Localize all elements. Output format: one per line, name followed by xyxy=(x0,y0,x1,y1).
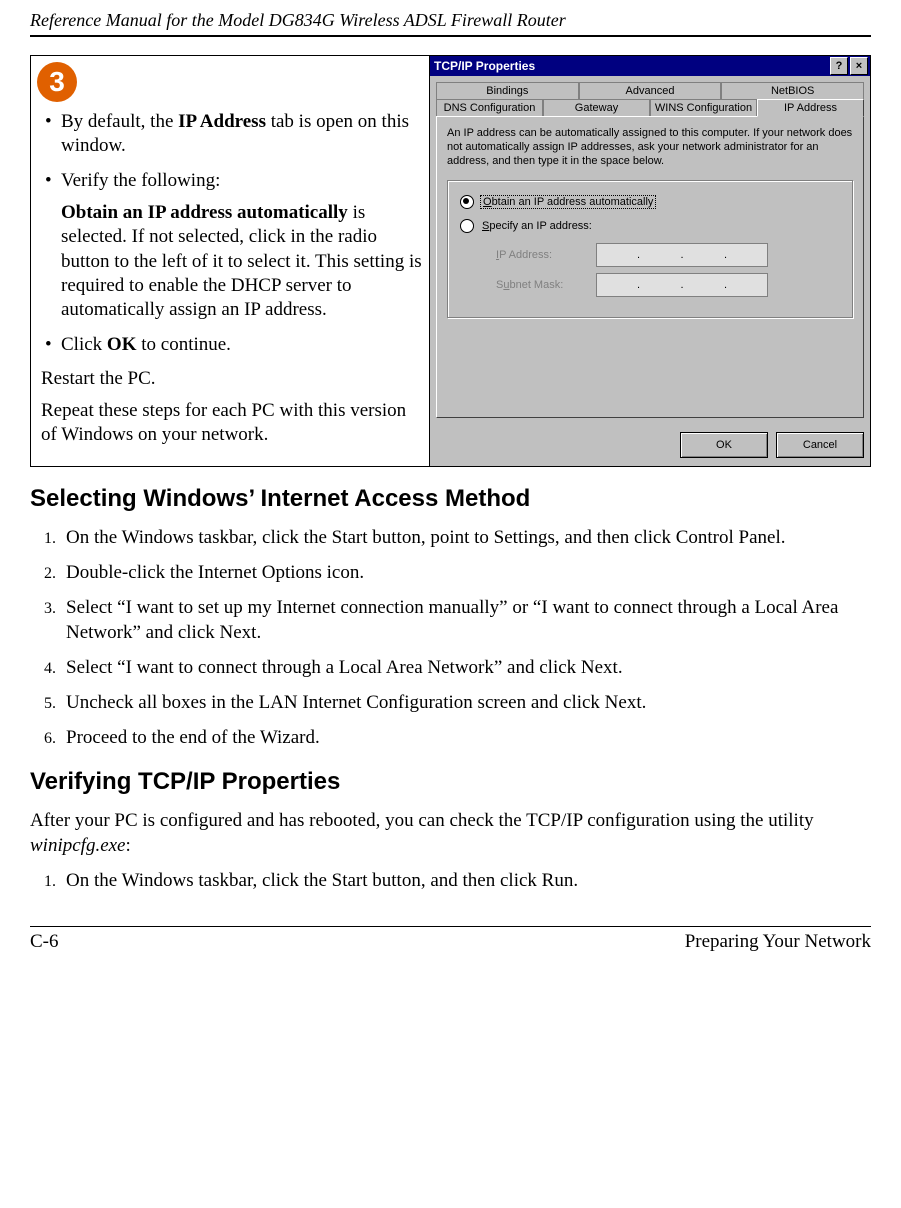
ip-groupbox: Obtain an IP address automatically Speci… xyxy=(447,180,853,318)
help-button[interactable]: ? xyxy=(830,57,848,75)
tab-panel-ip: An IP address can be automatically assig… xyxy=(436,116,864,418)
list-verifying: On the Windows taskbar, click the Start … xyxy=(30,868,871,893)
heading-selecting: Selecting Windows’ Internet Access Metho… xyxy=(30,485,871,513)
step-restart: Restart the PC. xyxy=(41,367,423,391)
tcpip-dialog: TCP/IP Properties ? × Bindings Advanced … xyxy=(429,56,870,466)
ok-button[interactable]: OK xyxy=(680,432,768,458)
radio-icon xyxy=(460,219,474,233)
dialog-body: Bindings Advanced NetBIOS DNS Configurat… xyxy=(430,76,870,424)
list-item: On the Windows taskbar, click the Start … xyxy=(60,525,871,550)
step-bullet-1: By default, the IP Address tab is open o… xyxy=(45,110,423,159)
tab-dns[interactable]: DNS Configuration xyxy=(436,99,543,117)
list-item: Double-click the Internet Options icon. xyxy=(60,560,871,585)
tab-gateway[interactable]: Gateway xyxy=(543,99,650,117)
ip-address-input[interactable]: . . . xyxy=(596,243,768,267)
radio-icon xyxy=(460,195,474,209)
list-item: Uncheck all boxes in the LAN Internet Co… xyxy=(60,690,871,715)
heading-verifying: Verifying TCP/IP Properties xyxy=(30,768,871,796)
tab-ip-address[interactable]: IP Address xyxy=(757,99,864,117)
paragraph-verify: After your PC is configured and has rebo… xyxy=(30,808,871,858)
subnet-mask-input[interactable]: . . . xyxy=(596,273,768,297)
dialog-button-row: OK Cancel xyxy=(430,424,870,466)
step-bullet-3: Click OK to continue. xyxy=(45,333,423,357)
step-number-badge: 3 xyxy=(37,62,77,102)
list-item: Select “I want to set up my Internet con… xyxy=(60,595,871,645)
tab-bindings[interactable]: Bindings xyxy=(436,82,579,100)
tabs-row-back: Bindings Advanced NetBIOS xyxy=(436,82,864,100)
subnet-mask-label: Subnet Mask: xyxy=(496,279,596,291)
running-header: Reference Manual for the Model DG834G Wi… xyxy=(30,10,871,37)
list-item: On the Windows taskbar, click the Start … xyxy=(60,868,871,893)
cancel-button[interactable]: Cancel xyxy=(776,432,864,458)
tabs-row-front: DNS Configuration Gateway WINS Configura… xyxy=(436,99,864,117)
tab-wins[interactable]: WINS Configuration xyxy=(650,99,757,117)
list-item: Proceed to the end of the Wizard. xyxy=(60,725,871,750)
panel-description: An IP address can be automatically assig… xyxy=(447,127,853,168)
list-selecting: On the Windows taskbar, click the Start … xyxy=(30,525,871,751)
subnet-mask-row: Subnet Mask: . . . xyxy=(496,273,840,297)
radio-specify[interactable]: Specify an IP address: xyxy=(460,219,840,233)
list-item: Select “I want to connect through a Loca… xyxy=(60,655,871,680)
dialog-titlebar: TCP/IP Properties ? × xyxy=(430,56,870,76)
close-button[interactable]: × xyxy=(850,57,868,75)
step-container: 3 By default, the IP Address tab is open… xyxy=(30,55,871,467)
dialog-title: TCP/IP Properties xyxy=(434,59,828,73)
page-footer: C-6 Preparing Your Network xyxy=(30,926,871,953)
page-number: C-6 xyxy=(30,931,59,953)
step-text-column: 3 By default, the IP Address tab is open… xyxy=(31,56,429,466)
step-repeat: Repeat these steps for each PC with this… xyxy=(41,399,423,448)
radio-obtain-auto[interactable]: Obtain an IP address automatically xyxy=(460,195,840,209)
section-name: Preparing Your Network xyxy=(685,931,871,953)
ip-address-label: IP Address: xyxy=(496,249,596,261)
ip-address-row: IP Address: . . . xyxy=(496,243,840,267)
tab-netbios[interactable]: NetBIOS xyxy=(721,82,864,100)
tab-advanced[interactable]: Advanced xyxy=(579,82,722,100)
page: Reference Manual for the Model DG834G Wi… xyxy=(0,0,901,973)
step-bullet-2: Verify the following: Obtain an IP addre… xyxy=(45,169,423,323)
